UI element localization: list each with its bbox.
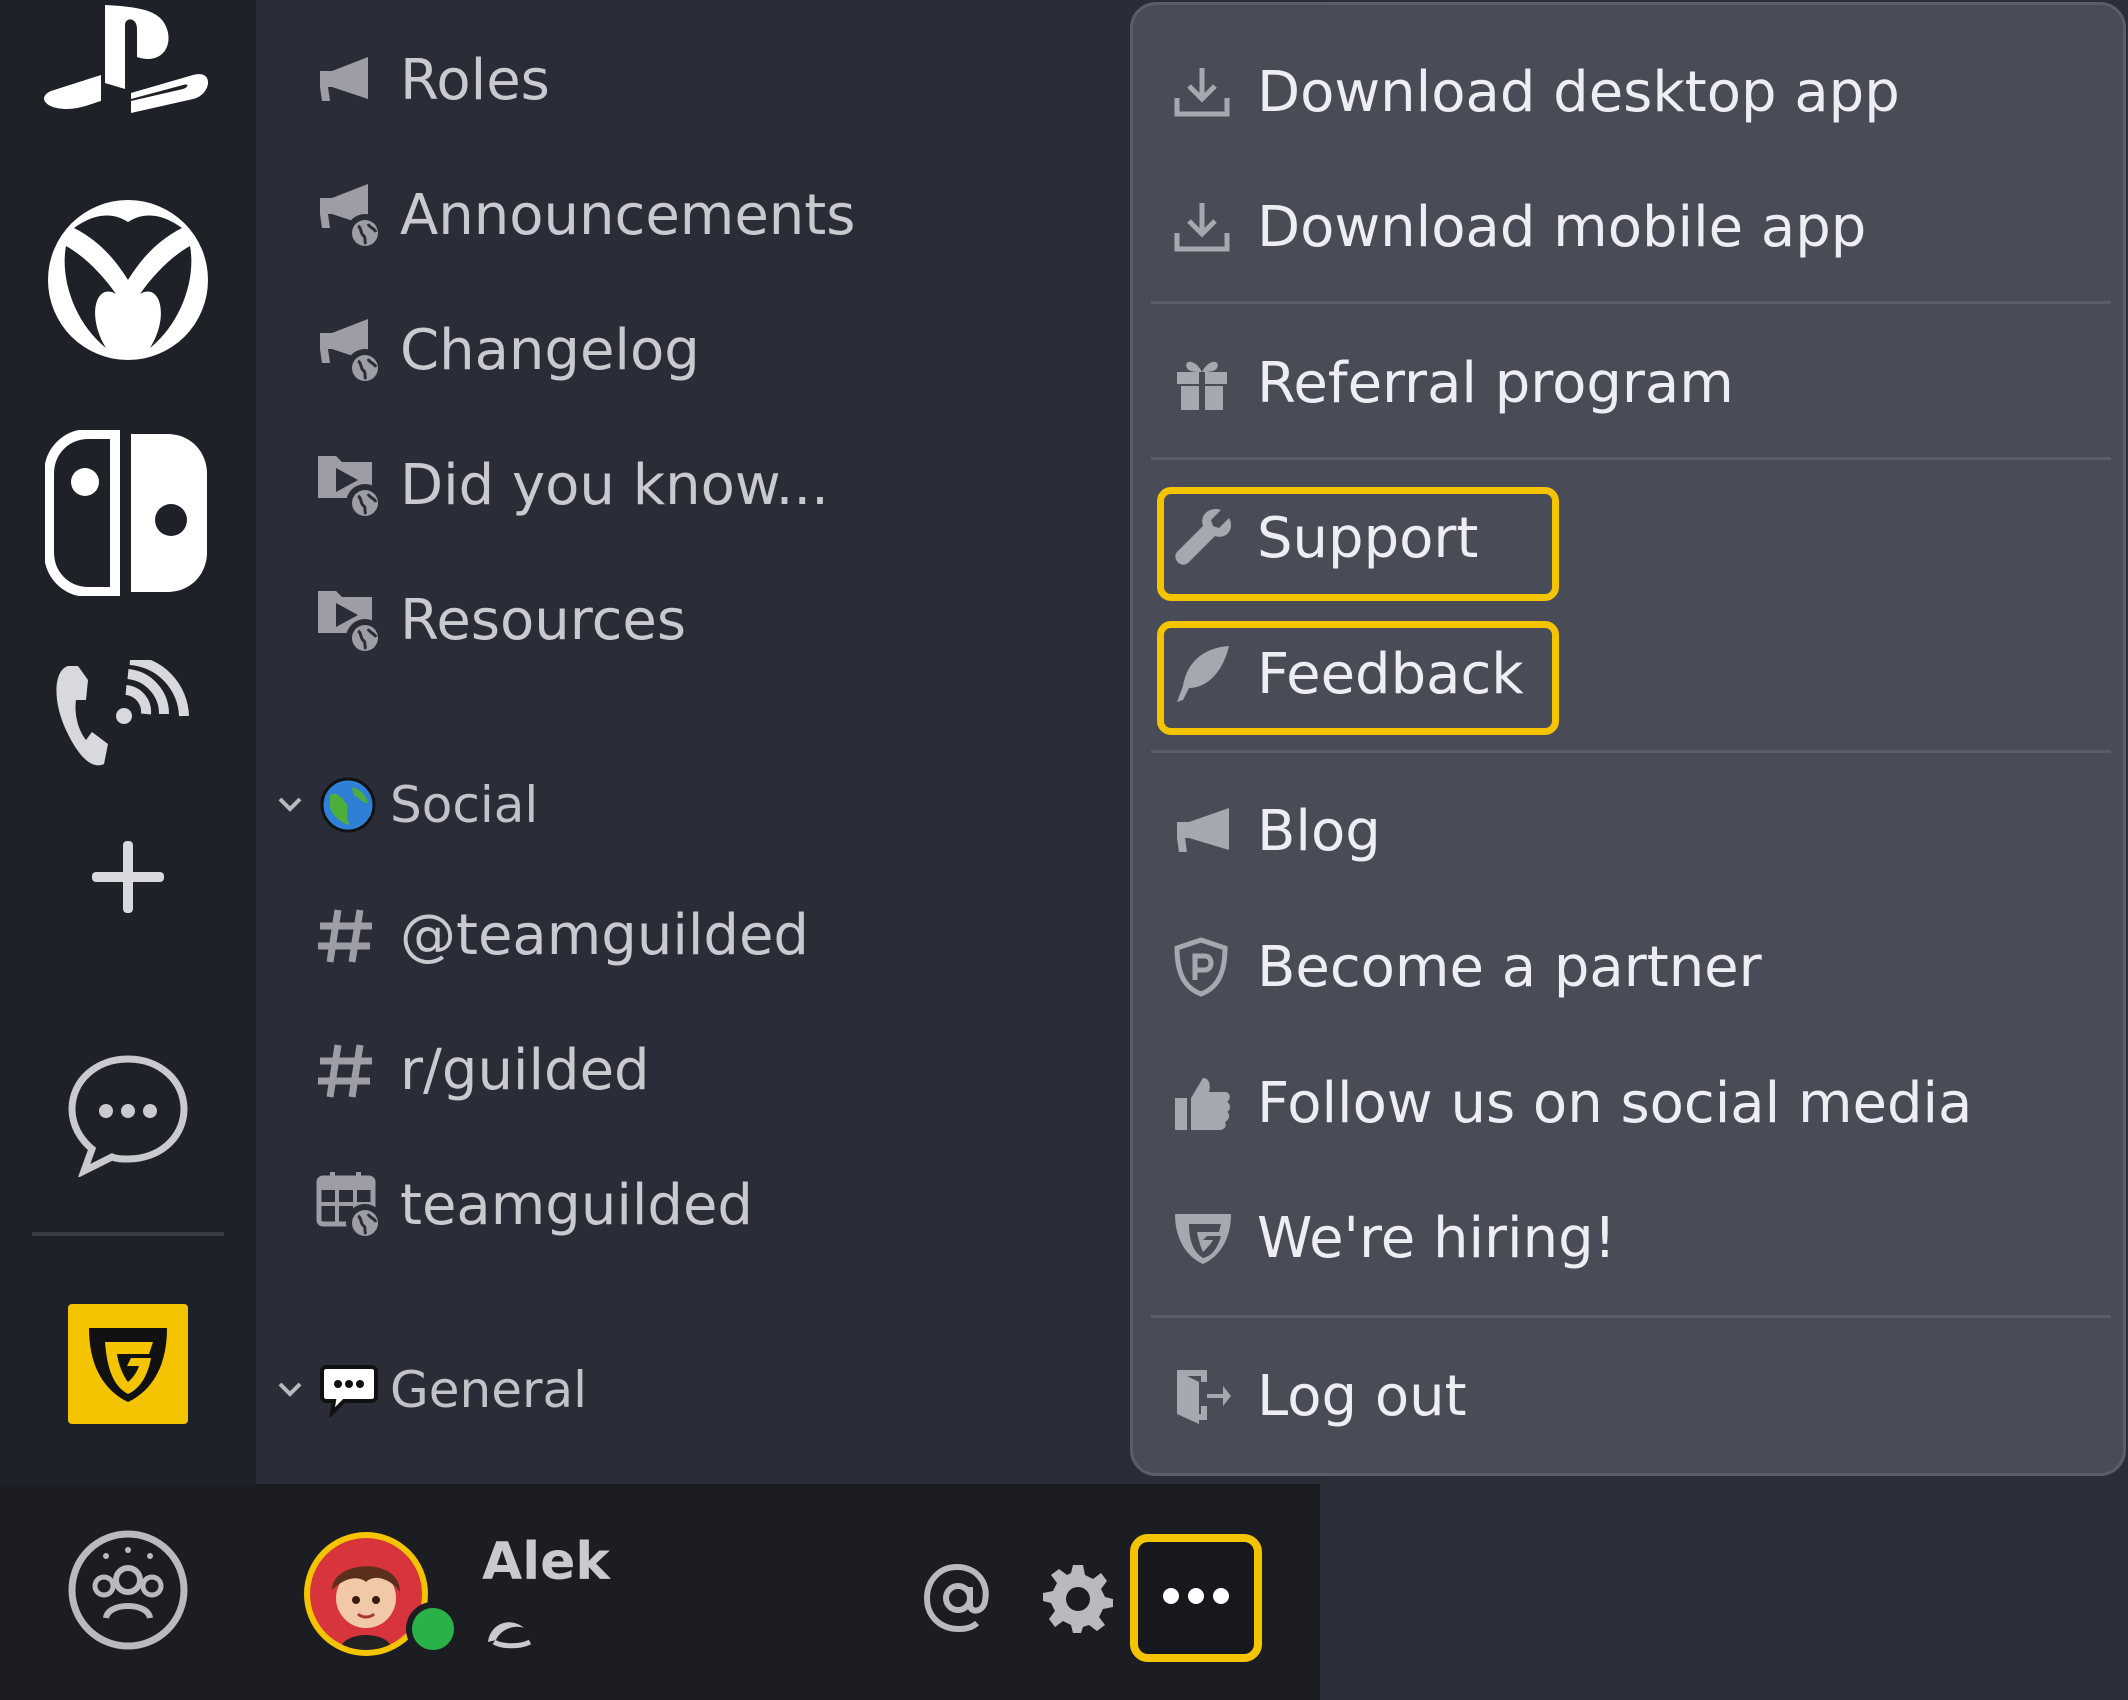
playstation-icon[interactable] [0,0,256,120]
menu-item-label: Become a partner [1257,934,1762,1000]
calendar-icon [316,1170,400,1242]
menu-item-hiring[interactable]: We're hiring! [1173,1183,1616,1293]
channel-label: @teamguilded [400,902,809,968]
globe-icon [346,214,384,252]
settings-gear-icon[interactable] [1012,1534,1144,1662]
menu-item-label: Blog [1257,798,1381,864]
media-folder-icon [316,450,400,522]
channel-teamguilded-calendar[interactable]: teamguilded [316,1160,753,1250]
add-server-plus-icon[interactable] [0,832,256,922]
menu-item-label: Log out [1257,1363,1467,1429]
channel-r-guilded[interactable]: r/guilded [316,1025,650,1115]
chevron-down-icon [276,1373,320,1408]
menu-item-download-desktop[interactable]: Download desktop app [1173,37,1900,147]
menu-item-referral[interactable]: Referral program [1173,328,1734,438]
guilded-logo-icon[interactable] [68,1304,188,1424]
category-social[interactable]: Social [276,770,538,840]
globe-icon [346,619,384,657]
menu-separator [1151,1315,2111,1318]
more-options-button[interactable] [1130,1534,1262,1662]
menu-separator [1151,457,2111,460]
channel-label: teamguilded [400,1172,753,1238]
download-icon [1173,57,1257,127]
media-folder-icon [316,585,400,657]
channel-announcements[interactable]: Announcements [316,170,855,260]
globe-icon [346,349,384,387]
xbox-icon[interactable] [0,198,256,362]
menu-item-download-mobile[interactable]: Download mobile app [1173,172,1866,282]
guilded-shield-icon [1173,1203,1257,1273]
community-hub-icon[interactable] [66,1528,190,1656]
menu-item-partner[interactable]: Become a partner [1173,912,1762,1022]
support-highlight-box [1157,487,1559,601]
menu-item-label: Follow us on social media [1257,1070,1973,1136]
hash-icon [316,1035,400,1105]
channel-label: Did you know... [400,452,829,518]
megaphone-icon [316,45,400,115]
channel-label: Resources [400,587,686,653]
channel-label: Changelog [400,317,700,383]
feedback-highlight-box [1157,621,1559,735]
menu-item-blog[interactable]: Blog [1173,776,1381,886]
megaphone-icon [316,180,400,252]
more-dots-icon [1161,1586,1231,1610]
channel-label: Announcements [400,182,856,248]
more-options-menu: Download desktop app Download mobile app… [1130,2,2126,1476]
channel-did-you-know[interactable]: Did you know... [316,440,829,530]
speech-bubble-emoji-icon [320,1362,390,1418]
menu-item-logout[interactable]: Log out [1173,1341,1467,1451]
category-label: General [390,1361,588,1419]
channel-teamguilded-hash[interactable]: @teamguilded [316,890,809,980]
chat-bubble-icon[interactable] [0,1050,256,1180]
channel-changelog[interactable]: Changelog [316,305,700,395]
globe-emoji-icon [320,777,390,833]
gift-icon [1173,348,1257,418]
menu-separator [1151,301,2111,304]
globe-icon [346,484,384,522]
menu-item-label: Download mobile app [1257,194,1867,260]
globe-icon [346,1204,384,1242]
channel-label: Roles [400,47,550,113]
rail-divider [32,1232,224,1236]
server-rail [0,0,256,1484]
switch-icon[interactable] [0,430,256,596]
megaphone-icon [1173,796,1257,866]
hash-icon [316,900,400,970]
channel-resources[interactable]: Resources [316,575,686,665]
chevron-down-icon [276,788,320,823]
menu-item-social[interactable]: Follow us on social media [1173,1048,1972,1158]
menu-separator [1151,750,2111,753]
thumbs-up-icon [1173,1068,1257,1138]
category-label: Social [390,776,539,834]
phone-signal-icon[interactable] [0,660,256,770]
content-area-edge [1320,1484,2128,1700]
status-emoji-icon[interactable] [484,1612,534,1656]
username: Alek [482,1532,610,1592]
channel-roles[interactable]: Roles [316,35,550,125]
category-general[interactable]: General [276,1355,587,1425]
menu-item-label: Download desktop app [1257,59,1900,125]
logout-icon [1173,1361,1257,1431]
online-status-dot [406,1602,460,1656]
mentions-at-icon[interactable] [892,1534,1024,1662]
menu-item-label: Referral program [1257,350,1734,416]
channel-label: r/guilded [400,1037,650,1103]
megaphone-icon [316,315,400,387]
partner-shield-icon [1173,932,1257,1002]
download-icon [1173,192,1257,262]
menu-item-label: We're hiring! [1257,1205,1617,1271]
